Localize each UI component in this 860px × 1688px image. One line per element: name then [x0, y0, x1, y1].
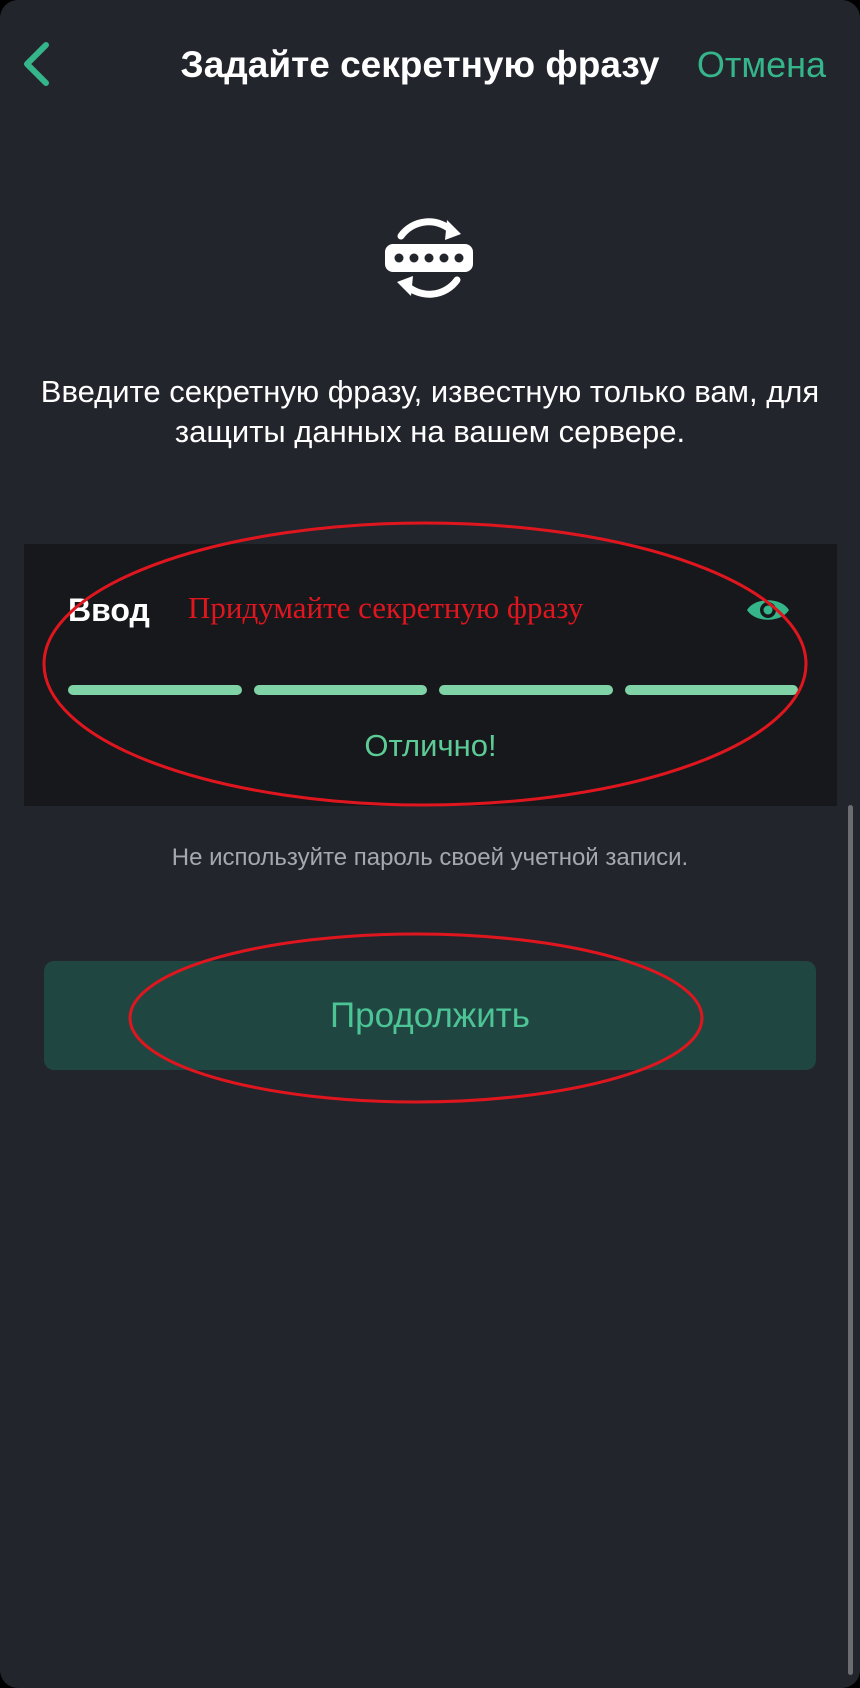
page-title: Задайте секретную фразу	[180, 44, 660, 85]
back-button[interactable]	[14, 38, 58, 90]
input-label: Ввод	[68, 592, 150, 628]
strength-segment	[68, 685, 242, 695]
passphrase-input[interactable]: Придумайте секретную фразу	[188, 586, 748, 630]
chevron-left-icon	[24, 42, 49, 86]
app-screen: Задайте секретную фразу Отмена Введите с…	[0, 0, 860, 1688]
strength-meter	[68, 685, 798, 695]
passphrase-card: Ввод Придумайте секретную фразу Отлично!	[24, 544, 837, 806]
toggle-visibility-button[interactable]	[741, 588, 795, 632]
cancel-button[interactable]: Отмена	[697, 40, 826, 90]
intro-description: Введите секретную фразу, известную тольк…	[40, 374, 820, 449]
strength-segment	[439, 685, 613, 695]
scrollbar[interactable]	[848, 805, 853, 1675]
eye-icon	[747, 600, 789, 620]
continue-button[interactable]: Продолжить	[44, 961, 816, 1070]
strength-label: Отлично!	[364, 728, 497, 763]
strength-segment	[253, 685, 427, 695]
hint-text: Не используйте пароль своей учетной запи…	[171, 844, 689, 871]
password-refresh-icon	[385, 218, 473, 298]
strength-segment	[624, 685, 798, 695]
